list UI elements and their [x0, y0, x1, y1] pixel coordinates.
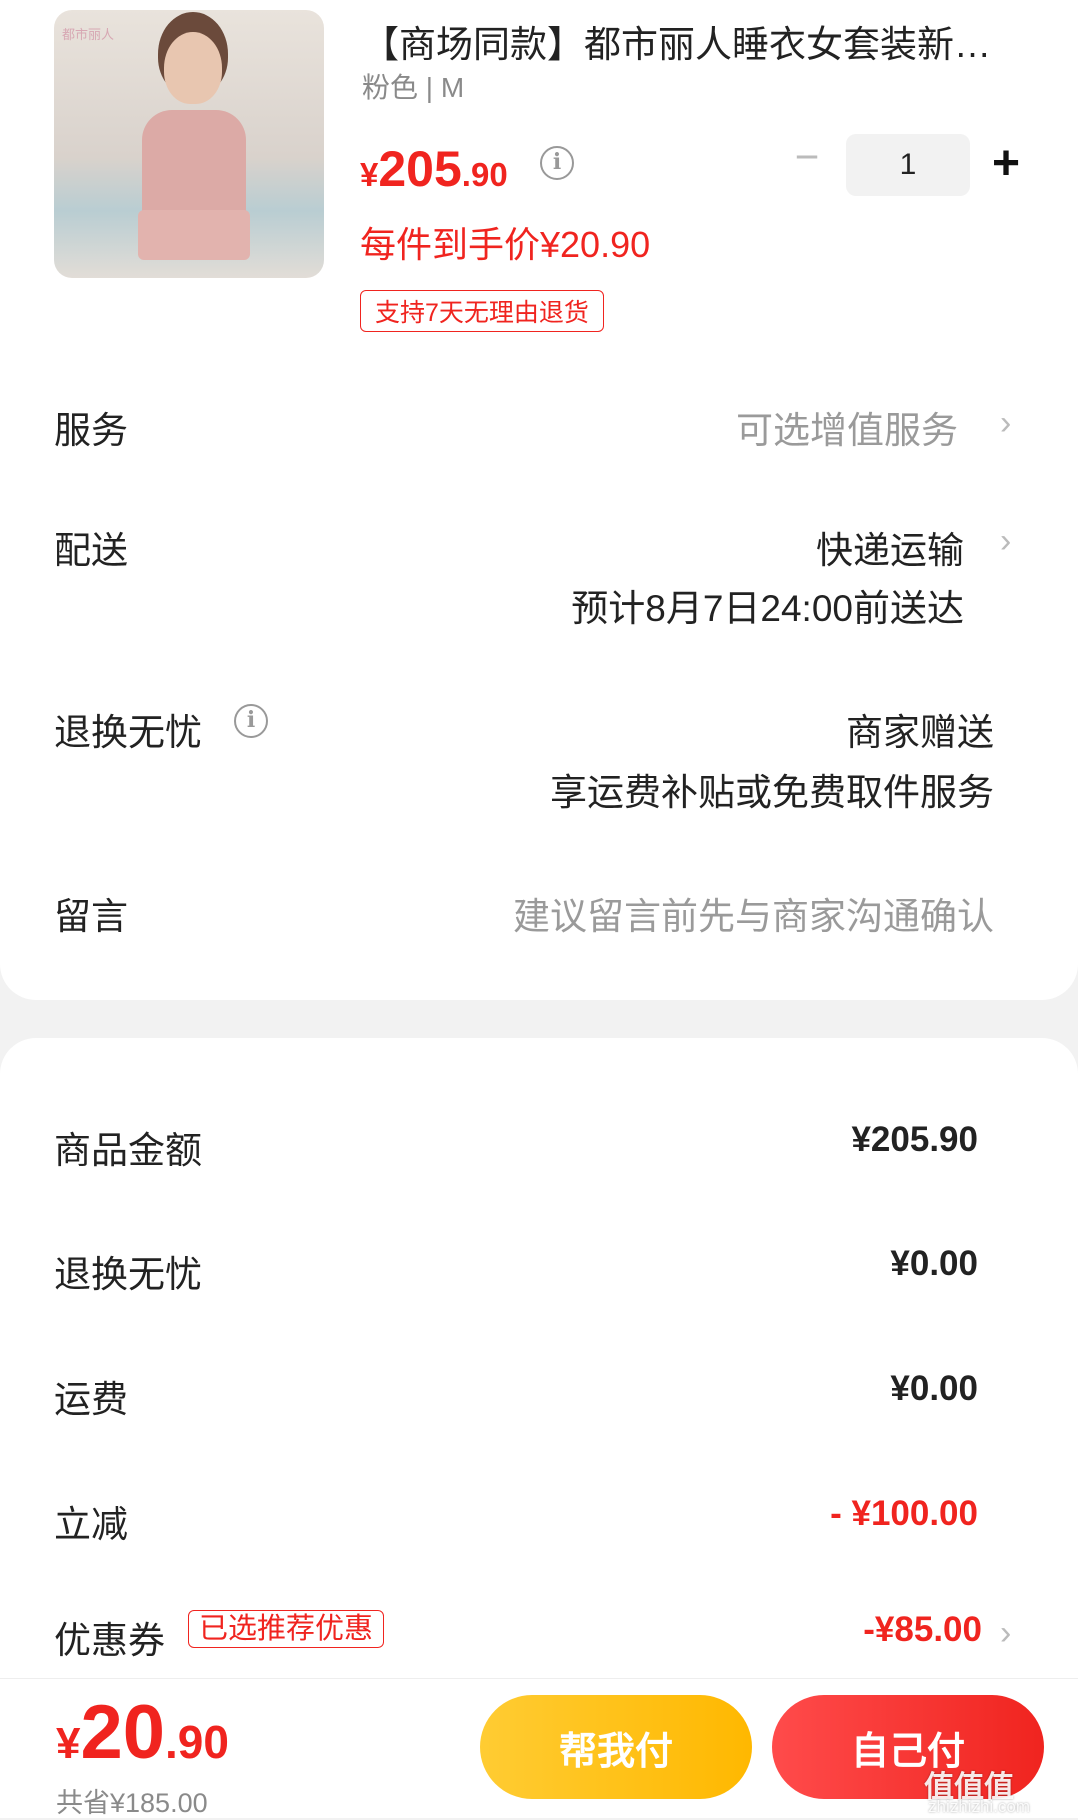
product-price: ¥205.90	[360, 140, 508, 198]
worry-free-label: 退换无忧	[54, 712, 202, 753]
help-me-pay-button[interactable]: 帮我付	[480, 1695, 752, 1799]
delivery-method[interactable]: 快递运输	[816, 520, 964, 574]
model-top	[142, 110, 246, 220]
discount-label: 立减	[54, 1504, 128, 1545]
site-watermark-url: zhizhizhi.com	[928, 1797, 1031, 1816]
checkout-bar: ¥20.90 共省¥185.00 帮我付 自己付	[0, 1678, 1078, 1818]
delivery-chevron-icon[interactable]: ›	[1000, 522, 1011, 561]
total-price: ¥20.90	[56, 1689, 229, 1776]
quantity-decrease-button[interactable]: −	[790, 136, 824, 178]
total-decimal: .90	[165, 1716, 229, 1768]
return-policy-badge: 支持7天无理由退货	[360, 290, 604, 332]
delivery-eta: 预计8月7日24:00前送达	[571, 588, 964, 629]
goods-amount-label: 商品金额	[54, 1130, 202, 1171]
worry-free-info-icon[interactable]: i	[234, 704, 268, 738]
delivery-label: 配送	[54, 530, 128, 571]
goods-amount-value: ¥205.90	[851, 1120, 978, 1159]
unit-price: 每件到手价¥20.90	[360, 224, 651, 265]
message-input[interactable]: 建议留言前先与商家沟通确认	[513, 886, 994, 940]
product-sku[interactable]: 粉色 | M	[362, 66, 464, 106]
coupon-value[interactable]: -¥85.00	[863, 1610, 982, 1650]
price-currency: ¥	[360, 156, 379, 193]
quantity-increase-button[interactable]: +	[984, 134, 1028, 194]
brand-logo: 都市丽人	[62, 27, 115, 42]
order-item-card: 都市丽人 【商场同款】都市丽人睡衣女套装新… 粉色 | M ¥205.90 i …	[0, 0, 1078, 1000]
message-label: 留言	[54, 896, 128, 937]
shipping-value: ¥0.00	[890, 1369, 978, 1408]
product-image[interactable]: 都市丽人	[54, 10, 324, 278]
coupon-chevron-icon[interactable]: ›	[1000, 1614, 1011, 1653]
worry-free-fee-label: 退换无忧	[54, 1254, 202, 1295]
product-title[interactable]: 【商场同款】都市丽人睡衣女套装新…	[362, 14, 1032, 68]
service-label: 服务	[54, 410, 128, 451]
worry-free-desc: 享运费补贴或免费取件服务	[550, 772, 994, 813]
total-saved: 共省¥185.00	[56, 1788, 208, 1818]
price-info-icon[interactable]: i	[540, 146, 574, 180]
coupon-recommended-badge[interactable]: 已选推荐优惠	[188, 1610, 385, 1648]
shipping-label: 运费	[54, 1379, 128, 1420]
service-value[interactable]: 可选增值服务	[736, 400, 958, 454]
discount-value: - ¥100.00	[830, 1494, 978, 1533]
worry-free-value: 商家赠送	[846, 712, 994, 753]
quantity-input[interactable]	[846, 134, 970, 196]
total-integer: 20	[80, 1690, 166, 1775]
service-chevron-icon[interactable]: ›	[1000, 404, 1011, 443]
model-head	[164, 32, 222, 104]
price-integer: 205	[378, 141, 462, 197]
worry-free-fee-value: ¥0.00	[890, 1244, 978, 1283]
model-shorts	[138, 210, 250, 260]
coupon-label: 优惠券	[54, 1620, 165, 1661]
total-currency: ¥	[56, 1719, 81, 1768]
price-decimal: .90	[461, 156, 508, 193]
